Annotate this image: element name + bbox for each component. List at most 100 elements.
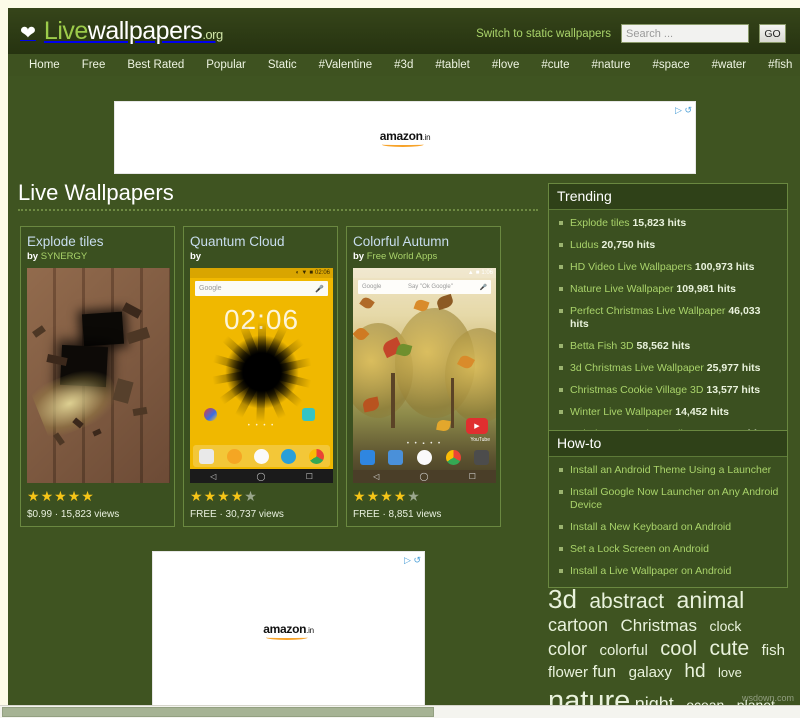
nav-item-cute[interactable]: #cute bbox=[530, 54, 580, 76]
list-item[interactable]: HD Video Live Wallpapers 100,973 hits bbox=[557, 261, 779, 274]
card-title[interactable]: Colorful Autumn bbox=[353, 233, 494, 250]
howto-link[interactable]: Install a New Keyboard on Android bbox=[570, 521, 731, 533]
top-ad-banner[interactable]: ▷ ↺ amazon.in bbox=[114, 101, 696, 174]
list-item[interactable]: Install Google Now Launcher on Any Andro… bbox=[557, 486, 779, 512]
dock-icon-app-drawer[interactable] bbox=[416, 449, 432, 465]
nav-item-space[interactable]: #space bbox=[642, 54, 701, 76]
list-item[interactable]: Set a Lock Screen on Android bbox=[557, 543, 779, 556]
adchoices-icon[interactable]: ▷ ↺ bbox=[675, 105, 692, 116]
list-item[interactable]: Winter Live Wallpaper 14,452 hits bbox=[557, 406, 779, 419]
switch-to-static-link[interactable]: Switch to static wallpapers bbox=[476, 28, 611, 40]
card-thumbnail[interactable] bbox=[27, 268, 170, 483]
tag-color[interactable]: color bbox=[548, 639, 587, 660]
tag-colorful[interactable]: colorful bbox=[599, 642, 647, 660]
recents-icon[interactable]: ☐ bbox=[306, 472, 313, 481]
list-item[interactable]: Explode tiles 15,823 hits bbox=[557, 217, 779, 230]
recents-icon[interactable]: ☐ bbox=[469, 472, 476, 481]
dock-icon-chrome[interactable] bbox=[308, 448, 324, 464]
dock-icon-messages[interactable] bbox=[388, 449, 404, 465]
app-icon-youtube[interactable]: ▶ bbox=[466, 418, 488, 434]
nav-item-home[interactable]: Home bbox=[18, 54, 71, 76]
nav-item-popular[interactable]: Popular bbox=[195, 54, 257, 76]
tag-cool[interactable]: cool bbox=[660, 638, 697, 662]
dock-icon-camera[interactable] bbox=[199, 448, 215, 464]
list-item[interactable]: Christmas Cookie Village 3D 13,577 hits bbox=[557, 384, 779, 397]
card-title[interactable]: Quantum Cloud bbox=[190, 233, 331, 250]
home-icon[interactable]: ◯ bbox=[257, 472, 266, 481]
trending-link[interactable]: Christmas Cookie Village 3D bbox=[570, 384, 703, 396]
app-icon-photos[interactable] bbox=[204, 408, 217, 421]
dock-icon-bulb[interactable] bbox=[226, 448, 242, 464]
tag-cute[interactable]: cute bbox=[709, 637, 749, 662]
card-thumbnail[interactable]: ▲ ■ 1:06 Google Say "Ok Google" 🎤 ▶ YouT… bbox=[353, 268, 496, 483]
back-icon[interactable]: ◁ bbox=[210, 472, 216, 481]
nav-item-3d[interactable]: #3d bbox=[383, 54, 424, 76]
list-item[interactable]: Install a Live Wallpaper on Android bbox=[557, 565, 779, 578]
bottom-ad-banner[interactable]: ▷ ↺ amazon.in bbox=[152, 551, 425, 711]
tag-cartoon[interactable]: cartoon bbox=[548, 615, 608, 636]
tag-galaxy[interactable]: galaxy bbox=[629, 664, 672, 682]
tag-abstract[interactable]: abstract bbox=[589, 590, 664, 615]
tag-hd[interactable]: hd bbox=[684, 661, 705, 683]
card-thumbnail[interactable]: ◐ ▼ ■ 02:06 Google 🎤 02:06 • • • • ◁ ◯ ☐ bbox=[190, 268, 333, 483]
trending-link[interactable]: Explode tiles bbox=[570, 217, 630, 229]
tag-fish[interactable]: fish bbox=[762, 642, 785, 660]
trending-link[interactable]: 3d Christmas Live Wallpaper bbox=[570, 362, 704, 374]
dock-icon-app-drawer[interactable] bbox=[253, 448, 269, 464]
list-item[interactable]: Install an Android Theme Using a Launche… bbox=[557, 464, 779, 477]
list-item[interactable]: Betta Fish 3D 58,562 hits bbox=[557, 340, 779, 353]
search-input[interactable] bbox=[621, 24, 749, 43]
list-item[interactable]: Perfect Christmas Live Wallpaper 46,033 … bbox=[557, 305, 779, 331]
adchoices-icon[interactable]: ▷ ↺ bbox=[404, 555, 421, 566]
dock-icon-telegram[interactable] bbox=[281, 448, 297, 464]
list-item[interactable]: Nature Live Wallpaper 109,981 hits bbox=[557, 283, 779, 296]
search-go-button[interactable]: GO bbox=[759, 24, 786, 43]
dock-icon-camera[interactable] bbox=[474, 449, 490, 465]
phone-search-bar[interactable]: Google 🎤 bbox=[195, 281, 328, 296]
card-developer[interactable]: Free World Apps bbox=[367, 251, 438, 262]
tag-3d[interactable]: 3d bbox=[548, 584, 577, 615]
tag-christmas[interactable]: Christmas bbox=[621, 616, 698, 636]
horizontal-scrollbar[interactable] bbox=[0, 705, 800, 718]
phone-search-bar[interactable]: Google Say "Ok Google" 🎤 bbox=[358, 280, 491, 294]
trending-link[interactable]: Nature Live Wallpaper bbox=[570, 283, 674, 295]
trending-link[interactable]: Perfect Christmas Live Wallpaper bbox=[570, 305, 725, 317]
tag-love[interactable]: love bbox=[718, 665, 742, 680]
wallpaper-card[interactable]: Quantum Cloud by ◐ ▼ ■ 02:06 Google 🎤 02… bbox=[183, 226, 338, 527]
nav-item-free[interactable]: Free bbox=[71, 54, 117, 76]
nav-item-valentine[interactable]: #Valentine bbox=[308, 54, 384, 76]
dock-icon-chrome[interactable] bbox=[445, 449, 461, 465]
tag-clock[interactable]: clock bbox=[709, 618, 741, 635]
nav-item-tablet[interactable]: #tablet bbox=[424, 54, 481, 76]
home-icon[interactable]: ◯ bbox=[420, 472, 429, 481]
app-icon-phone[interactable] bbox=[302, 408, 315, 421]
site-logo[interactable]: ❤ Livewallpapers.org bbox=[20, 17, 223, 49]
howto-link[interactable]: Set a Lock Screen on Android bbox=[570, 543, 709, 555]
trending-link[interactable]: HD Video Live Wallpapers bbox=[570, 261, 692, 273]
trending-link[interactable]: Ludus bbox=[570, 239, 599, 251]
howto-link[interactable]: Install Google Now Launcher on Any Andro… bbox=[570, 486, 778, 511]
nav-item-best-rated[interactable]: Best Rated bbox=[116, 54, 195, 76]
list-item[interactable]: Install a New Keyboard on Android bbox=[557, 521, 779, 534]
tag-animal[interactable]: animal bbox=[677, 587, 745, 614]
list-item[interactable]: Ludus 20,750 hits bbox=[557, 239, 779, 252]
trending-link[interactable]: Betta Fish 3D bbox=[570, 340, 634, 352]
tag-flower[interactable]: flower bbox=[548, 664, 588, 682]
card-developer[interactable]: SYNERGY bbox=[41, 251, 87, 262]
nav-item-static[interactable]: Static bbox=[257, 54, 308, 76]
dock-icon-phone[interactable] bbox=[359, 449, 375, 465]
nav-item-nature[interactable]: #nature bbox=[581, 54, 642, 76]
tag-fun[interactable]: fun bbox=[592, 662, 616, 682]
nav-item-love[interactable]: #love bbox=[481, 54, 531, 76]
scrollbar-thumb[interactable] bbox=[2, 707, 434, 717]
howto-link[interactable]: Install a Live Wallpaper on Android bbox=[570, 565, 731, 577]
nav-item-water[interactable]: #water bbox=[701, 54, 758, 76]
nav-item-fish[interactable]: #fish bbox=[757, 54, 800, 76]
back-icon[interactable]: ◁ bbox=[373, 472, 379, 481]
wallpaper-card[interactable]: Colorful Autumn by Free World Apps ▲ ■ 1… bbox=[346, 226, 501, 527]
wallpaper-card[interactable]: Explode tiles by SYNERGY ★★★★★ $0.99 · 1… bbox=[20, 226, 175, 527]
card-title[interactable]: Explode tiles bbox=[27, 233, 168, 250]
howto-link[interactable]: Install an Android Theme Using a Launche… bbox=[570, 464, 771, 476]
trending-link[interactable]: Winter Live Wallpaper bbox=[570, 406, 672, 418]
list-item[interactable]: 3d Christmas Live Wallpaper 25,977 hits bbox=[557, 362, 779, 375]
